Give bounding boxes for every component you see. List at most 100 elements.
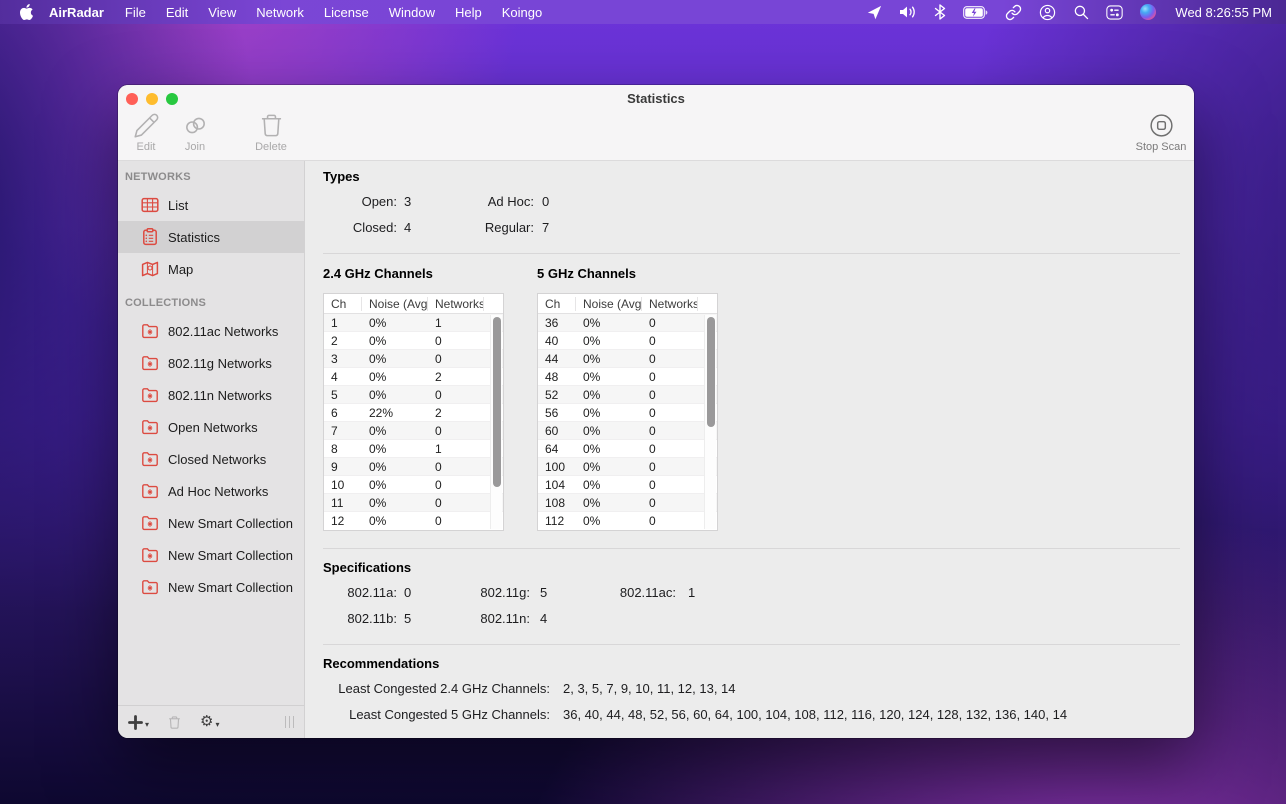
volume-icon[interactable] bbox=[899, 5, 917, 19]
cell-noise: 0% bbox=[369, 477, 387, 492]
sidebar-item-list[interactable]: List bbox=[118, 189, 304, 221]
table-row[interactable]: 6 22% 2 bbox=[324, 404, 503, 422]
link-icon[interactable] bbox=[1005, 4, 1022, 21]
table-row[interactable]: 8 0% 1 bbox=[324, 440, 503, 458]
edit-button[interactable]: Edit bbox=[122, 112, 170, 153]
menu-item[interactable]: License bbox=[314, 5, 379, 20]
sidebar-item-collection[interactable]: New Smart Collection bbox=[118, 571, 304, 603]
types-row: Open: 3 Ad Hoc: 0 bbox=[323, 188, 1180, 214]
table-row[interactable]: 10 0% 0 bbox=[324, 476, 503, 494]
fast-user-switching-icon[interactable] bbox=[1039, 4, 1056, 21]
table-row[interactable]: 104 0% 0 bbox=[538, 476, 717, 494]
smart-folder-icon bbox=[142, 548, 158, 563]
sidebar-item-collection[interactable]: 802.11g Networks bbox=[118, 347, 304, 379]
spotlight-icon[interactable] bbox=[1073, 4, 1089, 20]
apple-menu[interactable] bbox=[20, 4, 33, 20]
table-row[interactable]: 40 0% 0 bbox=[538, 332, 717, 350]
stat-value: 4 bbox=[404, 219, 412, 235]
menu-item[interactable]: Window bbox=[379, 5, 445, 20]
battery-charging-icon[interactable] bbox=[963, 5, 988, 19]
sidebar-item-collection[interactable]: Closed Networks bbox=[118, 443, 304, 475]
join-button[interactable]: Join bbox=[171, 112, 219, 153]
delete-collection-button[interactable] bbox=[167, 715, 182, 730]
menu-item[interactable]: Edit bbox=[156, 5, 198, 20]
table-row[interactable]: 11 0% 0 bbox=[324, 494, 503, 512]
scrollbar[interactable] bbox=[490, 315, 502, 529]
stop-scan-button[interactable]: Stop Scan bbox=[1128, 112, 1194, 153]
sidebar-item-collection[interactable]: Ad Hoc Networks bbox=[118, 475, 304, 507]
sidebar-item-map[interactable]: Map bbox=[118, 253, 304, 285]
table-row[interactable]: 4 0% 2 bbox=[324, 368, 503, 386]
smart-folder-icon bbox=[142, 388, 158, 403]
cell-noise: 0% bbox=[369, 441, 387, 456]
cell-noise: 0% bbox=[583, 441, 601, 456]
stat-value: 3 bbox=[404, 193, 412, 209]
cell-ch: 56 bbox=[545, 405, 559, 420]
app-menu-airradar[interactable]: AirRadar bbox=[33, 5, 115, 20]
sidebar-item-collection[interactable]: 802.11ac Networks bbox=[118, 315, 304, 347]
control-center-icon[interactable] bbox=[1106, 4, 1124, 20]
table-row[interactable]: 64 0% 0 bbox=[538, 440, 717, 458]
column-header-ch[interactable]: Ch bbox=[538, 296, 576, 311]
recommendations-title: Recommendations bbox=[323, 656, 440, 671]
scrollbar-thumb[interactable] bbox=[493, 317, 501, 487]
siri-icon[interactable] bbox=[1140, 4, 1157, 20]
join-label: Join bbox=[184, 141, 206, 153]
bluetooth-icon[interactable] bbox=[934, 4, 946, 20]
column-header-noise[interactable]: Noise (Avg) bbox=[362, 296, 428, 311]
cell-ch: 4 bbox=[331, 369, 338, 384]
menu-item[interactable]: Koingo bbox=[492, 5, 552, 20]
table-row[interactable]: 60 0% 0 bbox=[538, 422, 717, 440]
table-row[interactable]: 1 0% 1 bbox=[324, 314, 503, 332]
cell-ch: 2 bbox=[331, 333, 338, 348]
table-row[interactable]: 12 0% 0 bbox=[324, 512, 503, 530]
column-header-stub bbox=[484, 297, 503, 311]
column-header-networks[interactable]: Networks bbox=[642, 296, 698, 311]
table-row[interactable]: 44 0% 0 bbox=[538, 350, 717, 368]
scrollbar-thumb[interactable] bbox=[707, 317, 715, 427]
stat-value: 7 bbox=[542, 219, 550, 235]
table-row[interactable]: 56 0% 0 bbox=[538, 404, 717, 422]
location-icon[interactable] bbox=[867, 5, 882, 20]
cell-ch: 6 bbox=[331, 405, 338, 420]
table-body: 1 0% 1 2 0% 0 3 0% 0 4 0% 2 5 0% 0 6 22%… bbox=[324, 314, 503, 530]
scrollbar[interactable] bbox=[704, 315, 716, 529]
column-header-ch[interactable]: Ch bbox=[324, 296, 362, 311]
delete-button[interactable]: Delete bbox=[247, 112, 295, 153]
table-row[interactable]: 5 0% 0 bbox=[324, 386, 503, 404]
column-header-networks[interactable]: Networks bbox=[428, 296, 484, 311]
cell-noise: 0% bbox=[583, 351, 601, 366]
table-row[interactable]: 112 0% 0 bbox=[538, 512, 717, 530]
sidebar-item-collection[interactable]: New Smart Collection bbox=[118, 507, 304, 539]
sidebar-item-statistics[interactable]: Statistics bbox=[118, 221, 304, 253]
table-row[interactable]: 9 0% 0 bbox=[324, 458, 503, 476]
table-row[interactable]: 108 0% 0 bbox=[538, 494, 717, 512]
zoom-button[interactable] bbox=[166, 93, 178, 105]
close-button[interactable] bbox=[126, 93, 138, 105]
cell-ch: 52 bbox=[545, 387, 559, 402]
menu-item[interactable]: View bbox=[198, 5, 246, 20]
sidebar-item-collection[interactable]: Open Networks bbox=[118, 411, 304, 443]
menu-bar-clock[interactable]: Wed 8:26:55 PM bbox=[1175, 5, 1272, 20]
add-collection-button[interactable]: ▾ bbox=[128, 714, 149, 730]
sidebar-resize-grip[interactable] bbox=[285, 716, 294, 728]
table-row[interactable]: 36 0% 0 bbox=[538, 314, 717, 332]
minimize-button[interactable] bbox=[146, 93, 158, 105]
menu-item[interactable]: File bbox=[115, 5, 156, 20]
stat-label: 802.11g: bbox=[480, 584, 530, 600]
cell-ch: 5 bbox=[331, 387, 338, 402]
menu-item[interactable]: Network bbox=[246, 5, 314, 20]
table-row[interactable]: 3 0% 0 bbox=[324, 350, 503, 368]
sidebar-item-collection[interactable]: New Smart Collection bbox=[118, 539, 304, 571]
sidebar-item-collection[interactable]: 802.11n Networks bbox=[118, 379, 304, 411]
menu-item[interactable]: Help bbox=[445, 5, 492, 20]
table-row[interactable]: 2 0% 0 bbox=[324, 332, 503, 350]
table-row[interactable]: 7 0% 0 bbox=[324, 422, 503, 440]
column-header-noise[interactable]: Noise (Avg) bbox=[576, 296, 642, 311]
cell-ch: 40 bbox=[545, 333, 559, 348]
table-row[interactable]: 52 0% 0 bbox=[538, 386, 717, 404]
action-menu-button[interactable]: ⚙ ▾ bbox=[200, 714, 219, 730]
stat-value: 1 bbox=[688, 584, 696, 600]
table-row[interactable]: 100 0% 0 bbox=[538, 458, 717, 476]
table-row[interactable]: 48 0% 0 bbox=[538, 368, 717, 386]
